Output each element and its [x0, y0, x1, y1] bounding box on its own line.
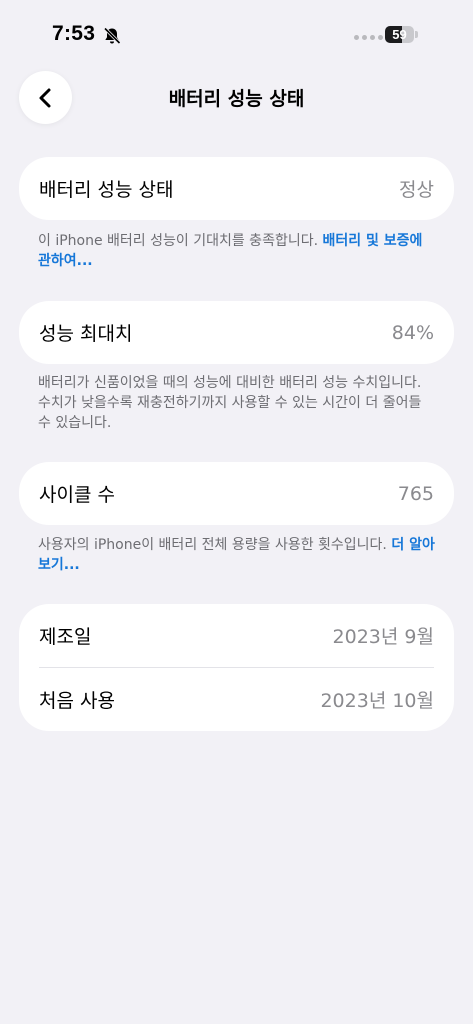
- battery-health-footnote: 이 iPhone 배터리 성능이 기대치를 충족합니다. 배터리 및 보증에 관…: [38, 231, 438, 271]
- battery-health-footnote-text: 이 iPhone 배터리 성능이 기대치를 충족합니다.: [38, 233, 319, 249]
- page-title: 배터리 성능 상태: [168, 88, 305, 110]
- battery-level: 59: [392, 27, 407, 42]
- status-time: 7:53: [52, 22, 96, 45]
- manufactured-label: 제조일: [39, 626, 92, 648]
- battery-health-card[interactable]: 배터리 성능 상태 정상: [19, 157, 454, 220]
- max-capacity-row: 성능 최대치 84%: [19, 301, 454, 364]
- max-capacity-card: 성능 최대치 84%: [19, 301, 454, 364]
- battery-health-row[interactable]: 배터리 성능 상태 정상: [19, 157, 454, 220]
- manufactured-row: 제조일 2023년 9월: [19, 604, 454, 667]
- battery-icon: 59: [385, 26, 414, 43]
- max-capacity-footnote: 배터리가 신품이었을 때의 성능에 대비한 배터리 성능 수치입니다. 수치가 …: [38, 375, 422, 431]
- manufactured-value: 2023년 9월: [332, 626, 434, 648]
- dates-card: 제조일 2023년 9월 처음 사용 2023년 10월: [19, 604, 454, 731]
- first-use-label: 처음 사용: [39, 690, 115, 712]
- battery-health-label: 배터리 성능 상태: [39, 179, 174, 201]
- cellular-signal-icon: [354, 35, 383, 40]
- cycle-count-footnote-text: 사용자의 iPhone이 배터리 전체 용량을 사용한 횟수입니다.: [38, 537, 387, 553]
- first-use-row: 처음 사용 2023년 10월: [19, 668, 454, 731]
- max-capacity-value: 84%: [391, 321, 434, 344]
- cycle-count-card: 사이클 수 765: [19, 462, 454, 525]
- bell-off-icon: [103, 27, 121, 45]
- cycle-count-label: 사이클 수: [39, 484, 115, 506]
- battery-health-value: 정상: [399, 179, 434, 201]
- first-use-value: 2023년 10월: [320, 690, 434, 712]
- status-bar: 7:53 59: [0, 0, 473, 70]
- cycle-count-row: 사이클 수 765: [19, 462, 454, 525]
- max-capacity-label: 성능 최대치: [39, 323, 133, 345]
- cycle-count-value: 765: [397, 482, 434, 505]
- battery-cap: [415, 31, 418, 38]
- cycle-count-footnote: 사용자의 iPhone이 배터리 전체 용량을 사용한 횟수입니다. 더 알아보…: [38, 535, 438, 575]
